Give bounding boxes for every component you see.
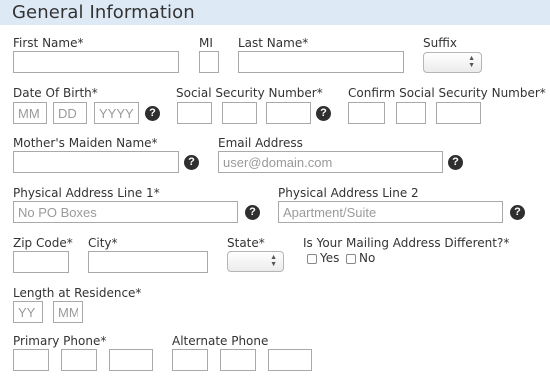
dob-month-input[interactable] — [13, 102, 47, 124]
maiden-name-input[interactable] — [13, 151, 179, 173]
zip-input[interactable] — [13, 251, 69, 273]
mailing-no-label: No — [359, 251, 376, 265]
email-input[interactable] — [218, 151, 443, 173]
mailing-no-checkbox[interactable] — [346, 254, 356, 264]
primary-phone-line-input[interactable] — [109, 349, 153, 371]
ssn-label: Social Security Number* — [176, 86, 323, 100]
dob-day-input[interactable] — [53, 102, 87, 124]
residence-years-input[interactable] — [13, 301, 43, 323]
confirm-ssn-part3-input[interactable] — [436, 102, 481, 124]
address-line1-label: Physical Address Line 1* — [13, 186, 160, 200]
last-name-label: Last Name* — [238, 36, 309, 50]
ssn-part1-input[interactable] — [177, 102, 212, 124]
ssn-part3-input[interactable] — [266, 102, 311, 124]
mailing-yes-label: Yes — [320, 251, 340, 265]
select-arrows-icon: ▲ ▼ — [270, 254, 277, 268]
dob-year-input[interactable] — [94, 102, 139, 124]
suffix-label: Suffix — [423, 36, 457, 50]
confirm-ssn-part2-input[interactable] — [396, 102, 426, 124]
dob-label: Date Of Birth* — [13, 86, 98, 100]
residence-length-label: Length at Residence* — [13, 286, 142, 300]
primary-phone-prefix-input[interactable] — [61, 349, 97, 371]
last-name-input[interactable] — [238, 51, 404, 73]
mailing-different-label: Is Your Mailing Address Different?* — [303, 236, 510, 250]
alternate-phone-prefix-input[interactable] — [220, 349, 256, 371]
residence-months-input[interactable] — [53, 301, 83, 323]
confirm-ssn-part1-input[interactable] — [348, 102, 385, 124]
address-help-icon[interactable]: ? — [245, 205, 260, 220]
dob-help-icon[interactable]: ? — [145, 106, 160, 121]
zip-label: Zip Code* — [13, 236, 73, 250]
select-arrows-icon: ▲ ▼ — [468, 55, 475, 69]
primary-phone-label: Primary Phone* — [13, 334, 107, 348]
ssn-part2-input[interactable] — [222, 102, 257, 124]
address-line2-label: Physical Address Line 2 — [278, 186, 419, 200]
city-input[interactable] — [88, 251, 208, 273]
mi-label: MI — [199, 36, 213, 50]
suffix-select[interactable]: ▲ ▼ — [423, 52, 482, 73]
ssn-help-icon[interactable]: ? — [316, 106, 331, 121]
email-help-icon[interactable]: ? — [448, 155, 463, 170]
maiden-help-icon[interactable]: ? — [184, 155, 199, 170]
state-select[interactable]: ▲ ▼ — [227, 251, 284, 272]
maiden-name-label: Mother's Maiden Name* — [13, 136, 158, 150]
address-line2-help-icon[interactable]: ? — [510, 205, 525, 220]
address-line2-input[interactable] — [278, 201, 503, 223]
city-label: City* — [88, 236, 118, 250]
address-line1-input[interactable] — [13, 201, 238, 223]
mi-input[interactable] — [199, 51, 219, 73]
section-title: General Information — [12, 2, 195, 23]
first-name-label: First Name* — [13, 36, 84, 50]
email-label: Email Address — [218, 136, 303, 150]
section-header: General Information — [0, 0, 550, 25]
mailing-yes-checkbox[interactable] — [307, 254, 317, 264]
state-label: State* — [227, 236, 265, 250]
primary-phone-area-input[interactable] — [13, 349, 49, 371]
alternate-phone-line-input[interactable] — [268, 349, 312, 371]
first-name-input[interactable] — [13, 51, 179, 73]
alternate-phone-area-input[interactable] — [172, 349, 208, 371]
alternate-phone-label: Alternate Phone — [172, 334, 269, 348]
confirm-ssn-label: Confirm Social Security Number* — [348, 86, 546, 100]
